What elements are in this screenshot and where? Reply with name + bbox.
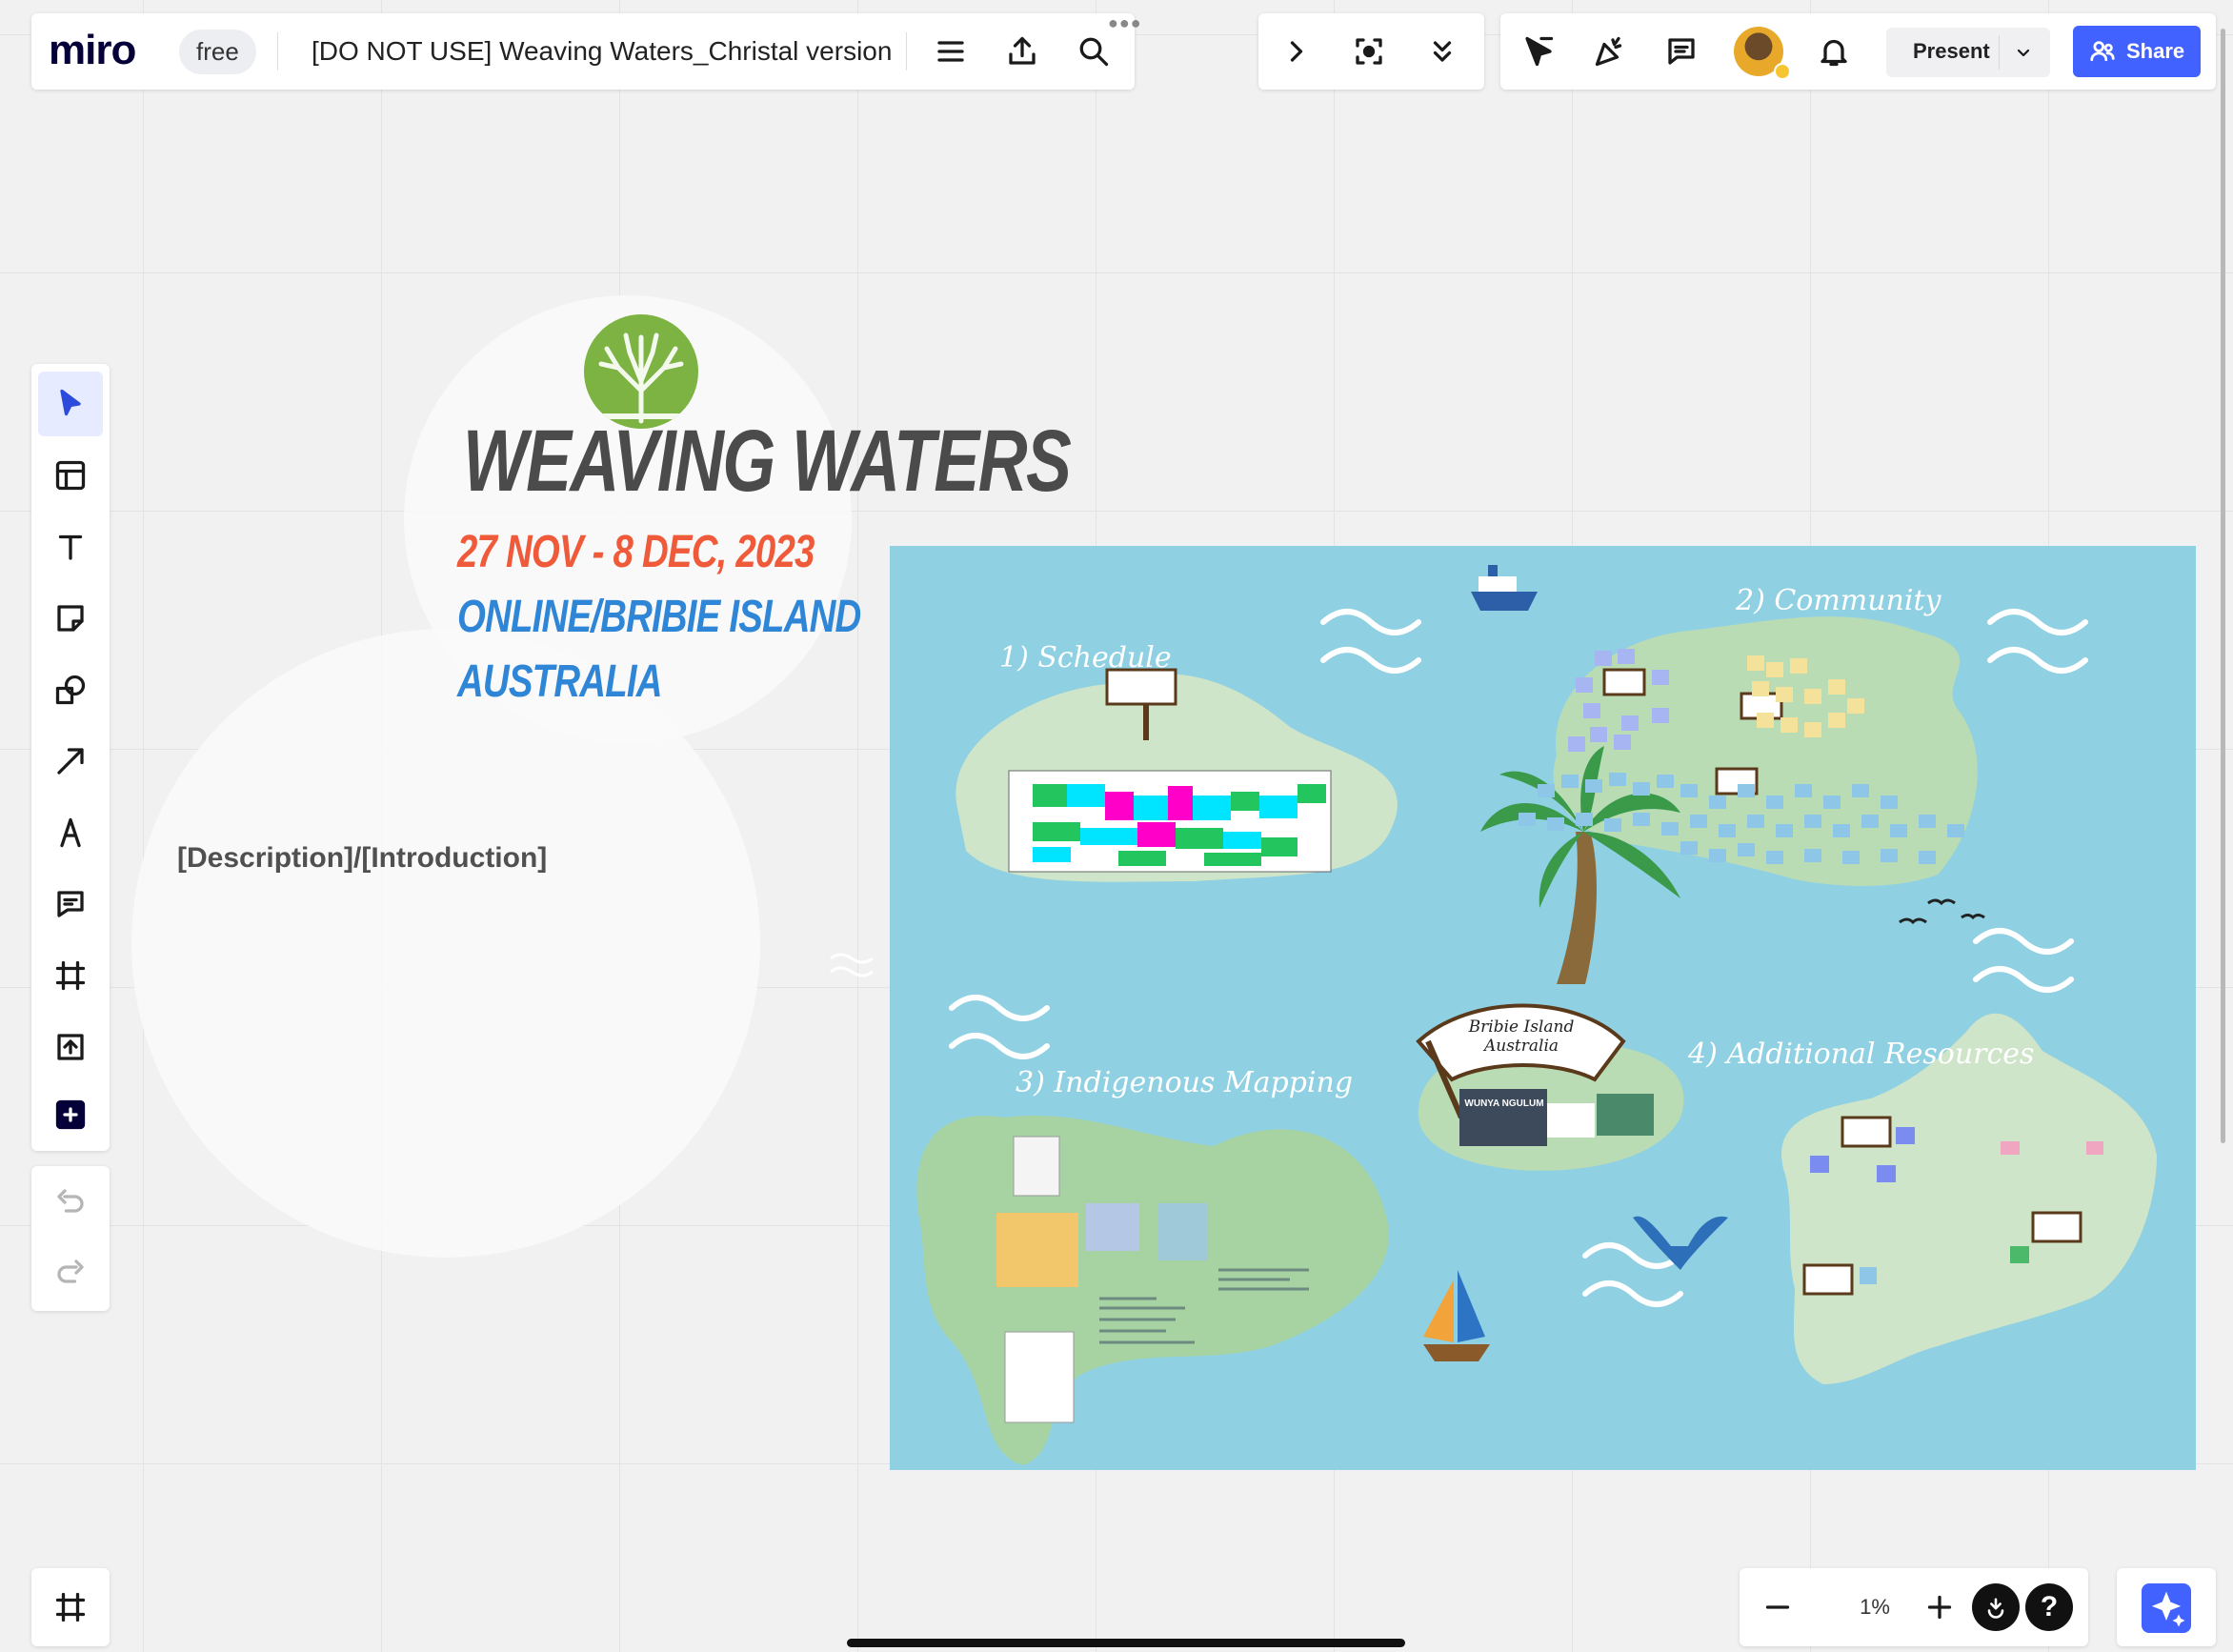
- map-label-indigenous-mapping[interactable]: 3) Indigenous Mapping: [1016, 1066, 1353, 1099]
- minus-icon[interactable]: [1759, 1588, 1797, 1626]
- chevron-right-icon[interactable]: [1277, 32, 1316, 71]
- cursor-flag-icon[interactable]: [1519, 32, 1558, 71]
- collab-bar: Present Share: [1500, 13, 2216, 90]
- creation-toolbar: [31, 364, 110, 1151]
- export-icon[interactable]: [1003, 32, 1041, 71]
- focus-icon[interactable]: [1350, 32, 1388, 71]
- chevron-down-icon[interactable]: [2006, 35, 2041, 70]
- miro-logo[interactable]: miro: [49, 27, 136, 74]
- frames-panel: [31, 1568, 110, 1646]
- map-label-additional-resources[interactable]: 4) Additional Resources: [1688, 1038, 2034, 1071]
- arrow-icon[interactable]: [38, 729, 103, 794]
- reactions-icon[interactable]: [1972, 1583, 2020, 1631]
- templates-icon[interactable]: [38, 443, 103, 508]
- select-icon[interactable]: [38, 372, 103, 436]
- center-sign-text[interactable]: Bribie Island Australia: [1459, 1017, 1583, 1056]
- event-country[interactable]: AUSTRALIA: [457, 655, 662, 708]
- history-controls: [31, 1166, 110, 1311]
- zoom-level[interactable]: 1%: [1837, 1595, 1913, 1620]
- sticky-note-icon[interactable]: [38, 586, 103, 651]
- island-map-frame[interactable]: 1) Schedule 2) Community 3) Indigenous M…: [890, 546, 2196, 1470]
- menu-icon[interactable]: [932, 32, 970, 71]
- map-label-schedule[interactable]: 1) Schedule: [999, 641, 1172, 675]
- map-label-community[interactable]: 2) Community: [1736, 584, 1941, 617]
- share-label: Share: [2126, 39, 2185, 63]
- help-icon[interactable]: ?: [2025, 1583, 2073, 1631]
- comment-icon[interactable]: [38, 872, 103, 937]
- frames-list-icon[interactable]: [51, 1588, 90, 1626]
- pen-icon[interactable]: [38, 800, 103, 865]
- celebrate-icon[interactable]: [1591, 32, 1629, 71]
- divider: [277, 32, 278, 71]
- bell-icon[interactable]: [1815, 32, 1853, 71]
- frame-icon[interactable]: [38, 943, 103, 1008]
- board-nav-bar: [1258, 13, 1484, 90]
- wave-icon: [830, 953, 874, 977]
- shapes-icon[interactable]: [38, 657, 103, 722]
- zoom-controls: 1% ?: [1740, 1568, 2088, 1646]
- event-dates[interactable]: 27 NOV - 8 DEC, 2023: [457, 526, 815, 578]
- comments-icon[interactable]: [1662, 32, 1700, 71]
- backdrop-circle[interactable]: [131, 629, 760, 1258]
- present-label: Present: [1913, 39, 1990, 63]
- scrollbar-vertical[interactable]: [2221, 29, 2225, 1143]
- plan-badge[interactable]: free: [179, 30, 256, 74]
- event-location[interactable]: ONLINE/BRIBIE ISLAND: [457, 591, 861, 643]
- chevrons-down-icon[interactable]: [1423, 32, 1461, 71]
- presence-dot: [1774, 63, 1791, 80]
- undo-icon[interactable]: [51, 1183, 90, 1221]
- board-header: miro free [DO NOT USE] Weaving Waters_Ch…: [31, 13, 1135, 90]
- center-box-text[interactable]: WUNYA NGULUM: [1461, 1098, 1547, 1109]
- home-indicator: [847, 1639, 1405, 1647]
- map-islands: [916, 565, 2157, 1465]
- divider: [1999, 35, 2000, 70]
- share-button[interactable]: Share: [2073, 26, 2201, 77]
- plus-zoom-icon[interactable]: [1921, 1588, 1959, 1626]
- search-icon[interactable]: [1075, 32, 1113, 71]
- present-button[interactable]: Present: [1886, 28, 2050, 77]
- upload-icon[interactable]: [38, 1015, 103, 1079]
- event-title[interactable]: WEAVING WATERS: [463, 412, 1072, 512]
- description-placeholder[interactable]: [Description]/[Introduction]: [177, 842, 547, 875]
- share-users-icon: [2086, 36, 2119, 67]
- more-dots-icon[interactable]: ●●●: [1108, 13, 1142, 33]
- text-icon[interactable]: [38, 514, 103, 579]
- board-title[interactable]: [DO NOT USE] Weaving Waters_Christal ver…: [312, 36, 892, 67]
- divider: [906, 32, 907, 71]
- plus-icon[interactable]: [38, 1086, 103, 1143]
- ai-sparkle-icon[interactable]: [2142, 1583, 2191, 1633]
- redo-icon[interactable]: [51, 1254, 90, 1292]
- ai-assistant-panel: [2117, 1568, 2216, 1646]
